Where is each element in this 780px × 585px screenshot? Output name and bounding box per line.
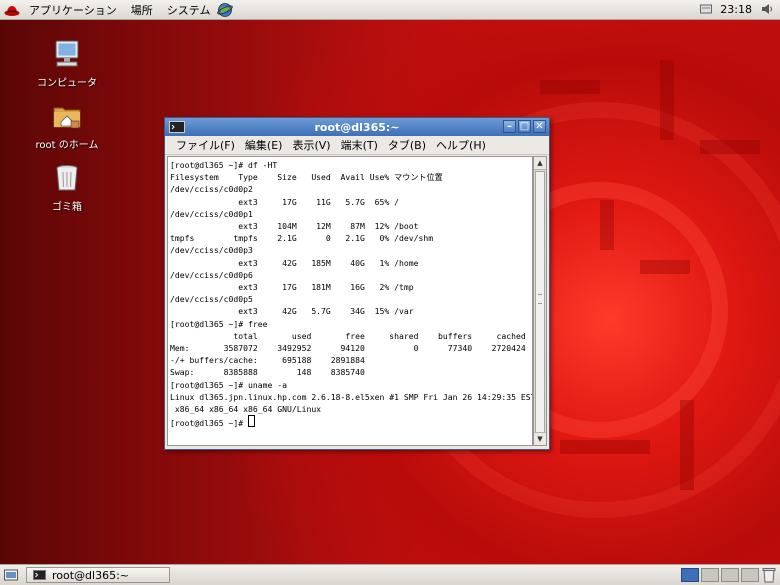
maximize-button[interactable]: □ [518,120,531,133]
window-title: root@dl365:~ [314,120,400,134]
desktop-icon-home[interactable]: root のホーム [27,100,107,151]
redhat-logo-icon[interactable] [4,3,20,17]
maximize-icon: □ [519,120,530,132]
scrollbar-thumb[interactable] [535,171,545,433]
terminal-text: [root@dl365 ~]# df -HT Filesystem Type S… [170,160,532,429]
scroll-up-icon[interactable]: ▲ [534,157,546,170]
menu-terminal[interactable]: 端末(T) [336,137,383,153]
clock[interactable]: 23:18 [720,3,752,16]
terminal-scrollbar[interactable]: ▲ ▼ [533,156,547,446]
scroll-down-icon[interactable]: ▼ [534,432,546,445]
close-button[interactable]: ✕ [533,120,546,133]
bottom-panel: root@dl365:~ [0,564,780,585]
desktop-icon-label: コンピュータ [37,78,97,89]
desktop-icon-trash[interactable]: ゴミ箱 [27,162,107,213]
desktop-icon-label: root のホーム [35,140,99,151]
workspace-4[interactable] [741,568,759,582]
desktop-icon-computer[interactable]: コンピュータ [27,38,107,89]
browser-launcher-icon[interactable] [217,2,234,18]
close-icon: ✕ [535,120,544,132]
taskbar-button-label: root@dl365:~ [52,568,130,582]
menu-view[interactable]: 表示(V) [287,137,335,153]
terminal-app-icon[interactable] [169,121,185,133]
top-panel: アプリケーション 場所 システム 23:18 [0,0,780,20]
workspace-3[interactable] [721,568,739,582]
system-menu[interactable]: システム [160,2,218,18]
trash-icon [56,165,78,191]
applications-menu[interactable]: アプリケーション [22,2,124,18]
window-titlebar[interactable]: root@dl365:~ – □ ✕ [165,118,549,136]
terminal-output[interactable]: [root@dl365 ~]# df -HT Filesystem Type S… [167,156,533,446]
terminal-cursor [247,415,255,428]
workspace-1[interactable] [681,568,699,582]
notification-icon[interactable] [700,4,713,14]
volume-icon[interactable] [760,2,774,16]
menu-tabs[interactable]: タブ(B) [383,137,431,153]
home-folder-icon [53,107,81,129]
workspace-2[interactable] [701,568,719,582]
menu-edit[interactable]: 編集(E) [240,137,288,153]
show-desktop-icon[interactable] [4,568,18,582]
taskbar-button-terminal[interactable]: root@dl365:~ [26,567,170,583]
trash-applet-icon[interactable] [762,567,776,583]
computer-icon [55,40,79,67]
terminal-window[interactable]: root@dl365:~ – □ ✕ ファイル(F) 編集(E) 表示(V) 端… [164,117,550,450]
window-menubar: ファイル(F) 編集(E) 表示(V) 端末(T) タブ(B) ヘルプ(H) [165,136,549,155]
terminal-icon [33,570,46,580]
menu-file[interactable]: ファイル(F) [171,137,240,153]
desktop-icon-label: ゴミ箱 [52,202,82,213]
minimize-icon: – [507,120,512,132]
minimize-button[interactable]: – [503,120,516,133]
menu-help[interactable]: ヘルプ(H) [431,137,491,153]
places-menu[interactable]: 場所 [124,2,160,18]
